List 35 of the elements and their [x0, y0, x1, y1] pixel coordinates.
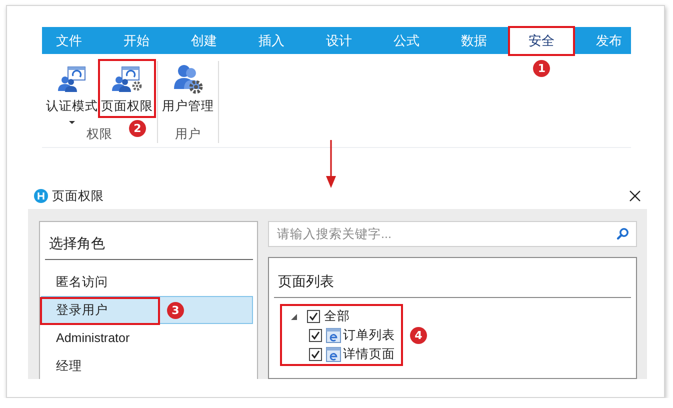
role-item[interactable]: 经理: [41, 352, 253, 379]
panel-title: 选择角色: [49, 235, 106, 253]
checkbox[interactable]: [307, 310, 320, 323]
tree-label[interactable]: 全部: [324, 308, 350, 325]
role-item[interactable]: Administrator: [41, 324, 253, 352]
tree-label[interactable]: 订单列表: [343, 327, 395, 344]
group-label: 用户: [175, 126, 201, 143]
ribbon-button[interactable]: 认证模式: [45, 61, 99, 125]
dialog-title: 页面权限: [52, 188, 104, 204]
search-icon[interactable]: [616, 227, 630, 241]
web-page-icon: [326, 328, 341, 343]
callout-badge: 4: [410, 327, 427, 344]
close-icon[interactable]: [629, 190, 641, 202]
role-item[interactable]: 匿名访问: [41, 268, 253, 296]
checkbox[interactable]: [309, 329, 322, 342]
users-gear-icon: [172, 63, 204, 95]
checkbox[interactable]: [309, 348, 322, 361]
panel-title: 页面列表: [278, 273, 335, 291]
web-page-icon: [326, 347, 341, 362]
users-window-gear-icon: [111, 65, 143, 95]
callout-badge: 1: [533, 60, 550, 77]
users-window-icon: [57, 65, 87, 95]
role-item[interactable]: 登录用户 3: [41, 296, 253, 324]
callout-frame: [98, 59, 156, 118]
down-arrow: [325, 140, 337, 188]
caret-icon[interactable]: [69, 121, 75, 124]
callout-badge: 3: [167, 302, 184, 319]
callout-frame: [508, 26, 575, 56]
ribbon-button[interactable]: 页面权限: [100, 61, 154, 116]
callout-badge: 2: [129, 120, 146, 137]
ribbon-button[interactable]: 用户管理: [161, 61, 215, 116]
group-label: 权限: [86, 126, 112, 143]
app-logo-icon: [34, 189, 48, 203]
tree-label[interactable]: 详情页面: [343, 346, 395, 363]
search-field[interactable]: 请输入搜索关键字...: [268, 221, 637, 247]
